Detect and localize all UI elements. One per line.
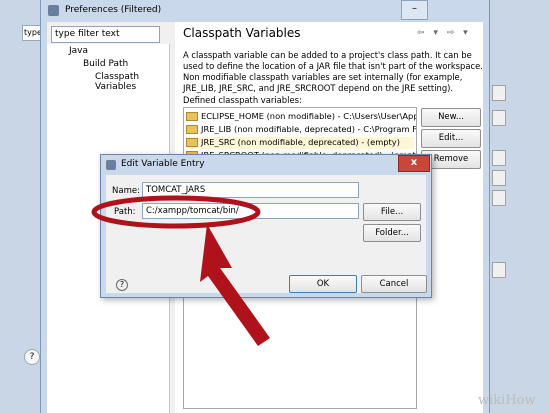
highlight-ellipse	[91, 195, 261, 229]
pointer-arrow-icon	[200, 224, 270, 346]
annotation-overlay	[91, 195, 270, 346]
watermark: wikiHow	[478, 393, 536, 408]
